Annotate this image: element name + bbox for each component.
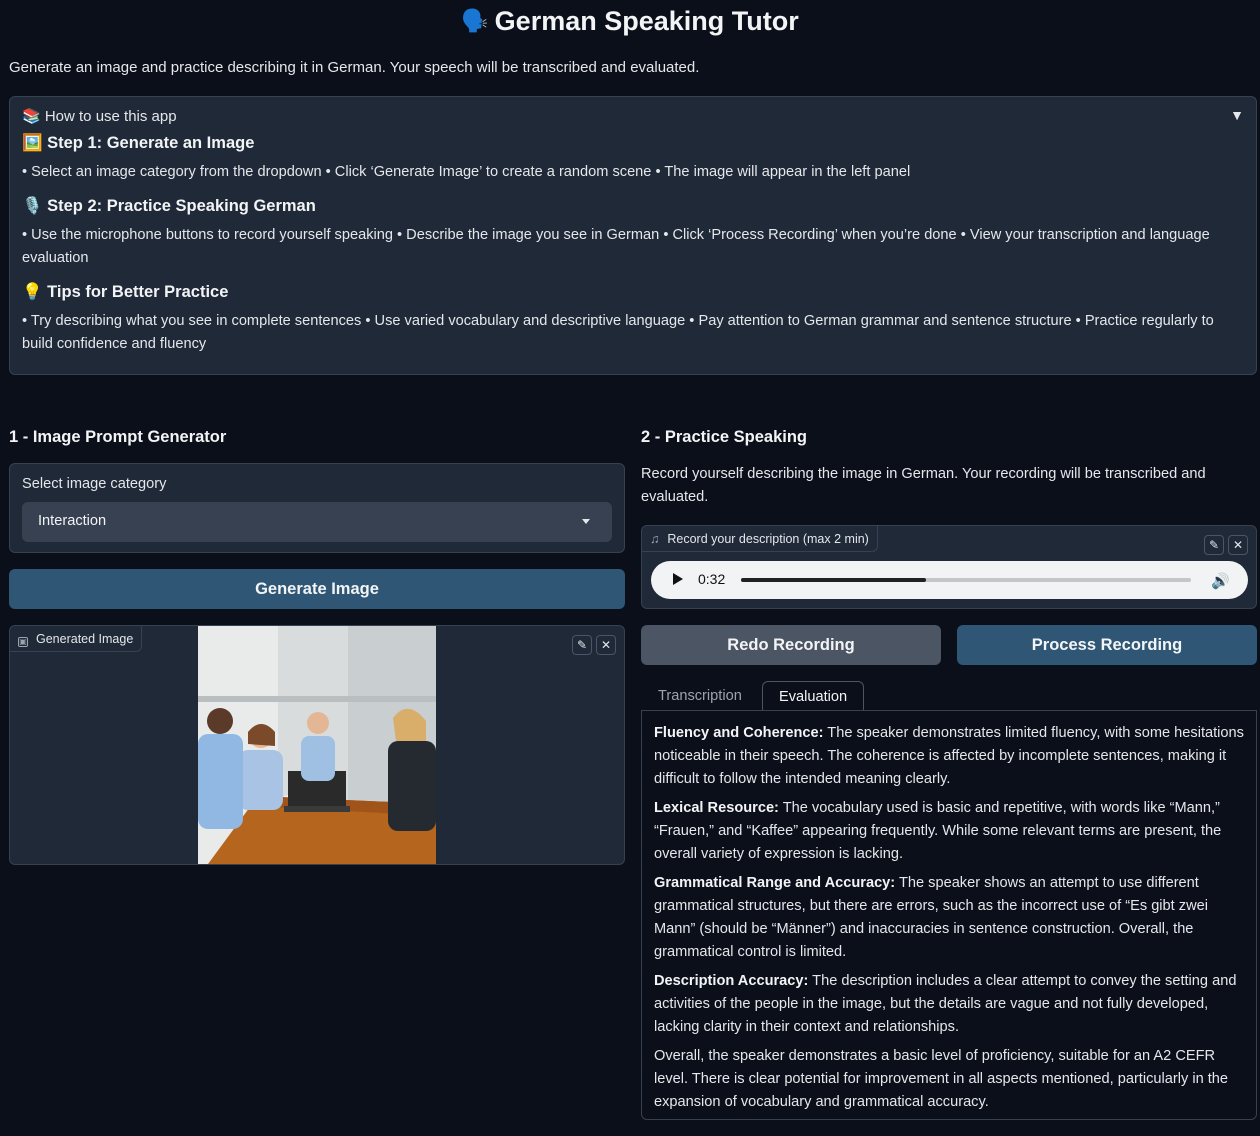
- generated-image: [198, 626, 436, 864]
- generated-image-label: ▣ Generated Image: [10, 626, 143, 652]
- audio-recorder-panel: ♫ Record your description (max 2 min) ✎ ✕…: [641, 525, 1257, 609]
- how-to-accordion[interactable]: 📚 How to use this app ▼ 🖼️ Step 1: Gener…: [9, 96, 1257, 375]
- image-icon: ▣: [18, 637, 28, 647]
- chevron-down-icon: [582, 519, 590, 524]
- volume-icon[interactable]: 🔊: [1211, 572, 1230, 590]
- audio-player[interactable]: 0:32 🔊: [651, 561, 1248, 599]
- image-generator-title: 1 - Image Prompt Generator: [9, 428, 227, 446]
- evaluation-grammar-label: Grammatical Range and Accuracy:: [654, 875, 896, 891]
- app-title: 🗣️ German Speaking Tutor: [0, 6, 1260, 37]
- audio-progress: [741, 578, 926, 582]
- tab-transcription[interactable]: Transcription: [642, 681, 758, 711]
- generated-image-label-text: Generated Image: [36, 632, 134, 646]
- evaluation-overall: Overall, the speaker demonstrates a basi…: [654, 1045, 1244, 1114]
- audio-label: ♫ Record your description (max 2 min): [642, 526, 878, 552]
- tab-evaluation[interactable]: Evaluation: [762, 681, 865, 711]
- generated-image-panel: ▣ Generated Image ✎ ✕: [9, 625, 625, 865]
- generate-image-button[interactable]: Generate Image: [9, 569, 625, 609]
- music-note-icon: ♫: [650, 532, 660, 546]
- step-3-text: • Try describing what you see in complet…: [22, 313, 1214, 352]
- evaluation-overall-text: Overall, the speaker demonstrates a basi…: [654, 1048, 1229, 1110]
- audio-seek-bar[interactable]: [741, 578, 1191, 582]
- step-2-text: • Use the microphone buttons to record y…: [22, 227, 1210, 266]
- category-dropdown-value: Interaction: [38, 513, 107, 529]
- how-to-title[interactable]: 📚 How to use this app: [22, 107, 1244, 127]
- audio-label-text: Record your description (max 2 min): [667, 532, 869, 546]
- evaluation-lexical: Lexical Resource: The vocabulary used is…: [654, 797, 1244, 866]
- evaluation-fluency: Fluency and Coherence: The speaker demon…: [654, 722, 1244, 791]
- redo-recording-button[interactable]: Redo Recording: [641, 625, 941, 665]
- step-3-heading: 💡 Tips for Better Practice: [22, 283, 229, 301]
- practice-description: Record yourself describing the image in …: [641, 466, 1206, 505]
- evaluation-description: Description Accuracy: The description in…: [654, 970, 1244, 1039]
- close-icon[interactable]: ✕: [596, 635, 616, 655]
- audio-time: 0:32: [698, 571, 726, 587]
- process-recording-button[interactable]: Process Recording: [957, 625, 1257, 665]
- category-select-label: Select image category: [22, 476, 167, 492]
- step-1-text: • Select an image category from the drop…: [22, 164, 911, 180]
- speaking-head-icon: 🗣️: [461, 8, 489, 33]
- evaluation-fluency-label: Fluency and Coherence:: [654, 725, 824, 741]
- evaluation-content: Fluency and Coherence: The speaker demon…: [641, 710, 1257, 1120]
- evaluation-grammar: Grammatical Range and Accuracy: The spea…: [654, 872, 1244, 964]
- step-2-heading: 🎙️ Step 2: Practice Speaking German: [22, 197, 316, 215]
- step-1-heading: 🖼️ Step 1: Generate an Image: [22, 134, 255, 152]
- practice-speaking-title: 2 - Practice Speaking: [641, 428, 807, 446]
- category-dropdown[interactable]: Interaction: [22, 502, 612, 542]
- app-subtitle: Generate an image and practice describin…: [9, 59, 700, 76]
- pencil-icon[interactable]: ✎: [1204, 535, 1224, 555]
- evaluation-description-label: Description Accuracy:: [654, 973, 809, 989]
- pencil-icon[interactable]: ✎: [572, 635, 592, 655]
- app-title-text: German Speaking Tutor: [494, 6, 799, 36]
- close-icon[interactable]: ✕: [1228, 535, 1248, 555]
- category-select-panel: Select image category Interaction: [9, 463, 625, 553]
- play-icon[interactable]: [673, 573, 683, 585]
- evaluation-lexical-label: Lexical Resource:: [654, 800, 779, 816]
- chevron-down-icon[interactable]: ▼: [1230, 107, 1244, 123]
